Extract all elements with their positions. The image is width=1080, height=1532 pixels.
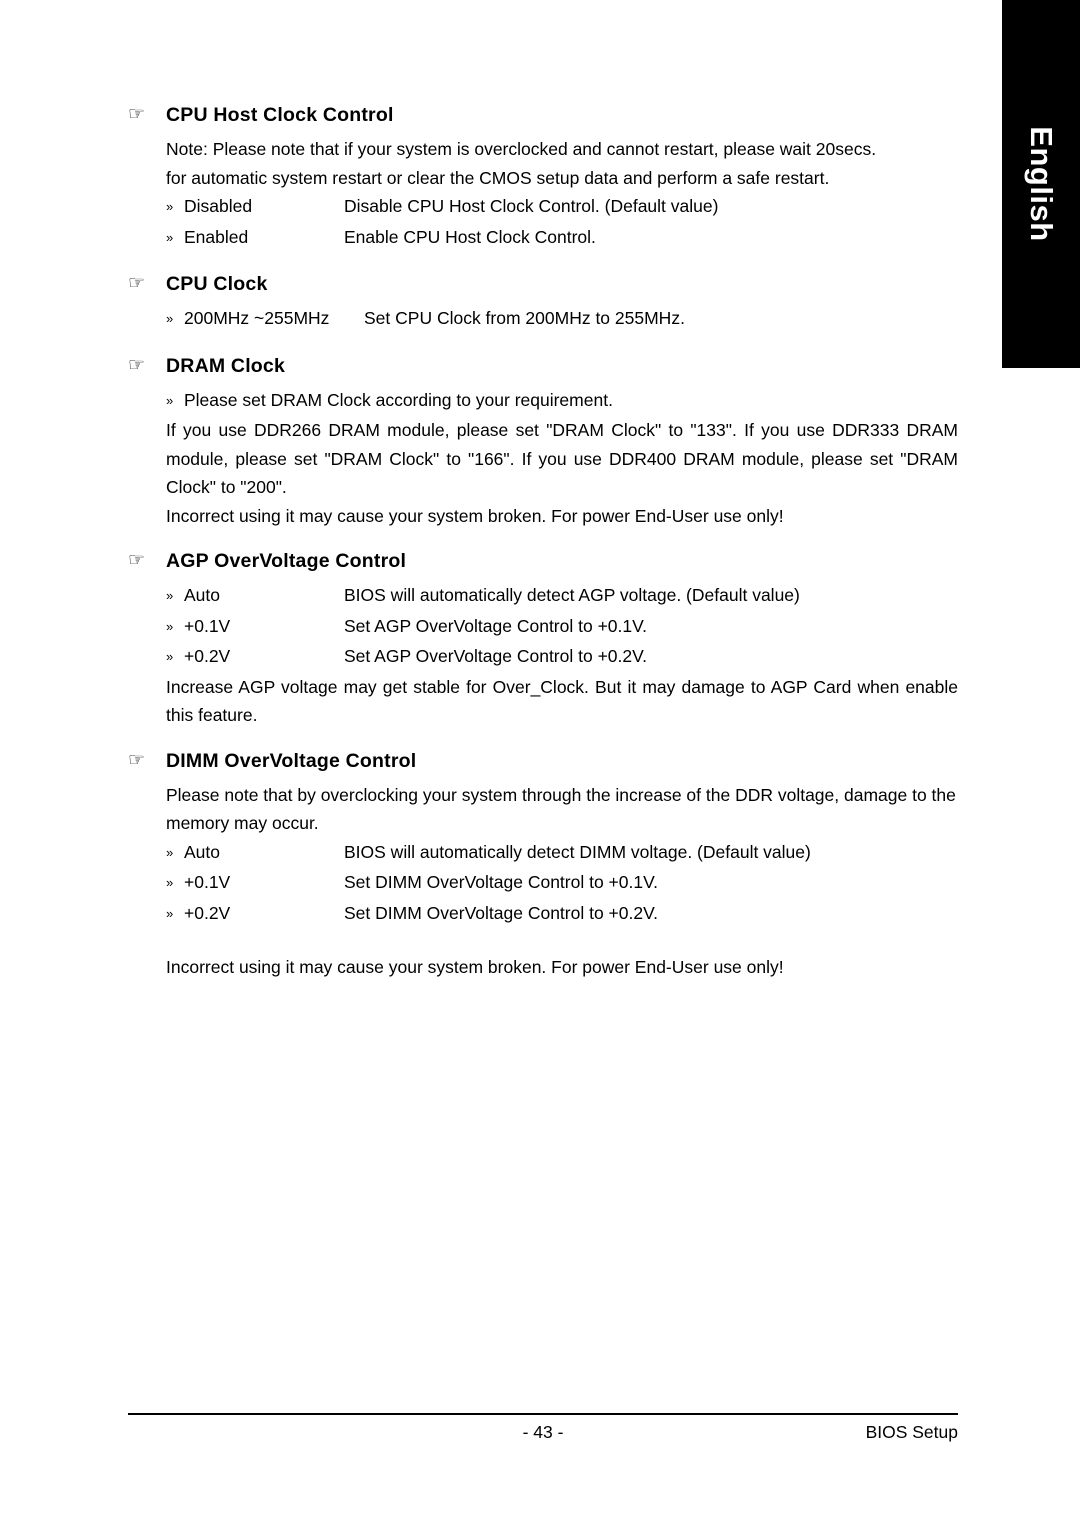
option-row: » Auto BIOS will automatically detect AG… xyxy=(166,581,958,612)
option-bullet-icon: » xyxy=(166,588,173,603)
section-title: AGP OverVoltage Control xyxy=(166,550,407,572)
section-dram-clock: ☞ DRAM Clock » Please set DRAM Clock acc… xyxy=(128,355,958,531)
option-row: » Auto BIOS will automatically detect DI… xyxy=(166,838,958,869)
section-title: DIMM OverVoltage Control xyxy=(166,749,417,772)
language-tab: English xyxy=(1002,0,1080,368)
section-paragraph: Incorrect using it may cause your system… xyxy=(166,957,784,977)
section-heading: ☞ DRAM Clock xyxy=(128,355,958,378)
option-description: BIOS will automatically detect DIMM volt… xyxy=(344,841,811,862)
option-name: Enabled xyxy=(184,226,249,247)
section-body: Please note that by overclocking your sy… xyxy=(166,781,958,982)
option-bullet-icon: » xyxy=(166,649,173,664)
pointing-hand-icon: ☞ xyxy=(128,550,146,571)
option-description: Set AGP OverVoltage Control to +0.2V. xyxy=(344,646,648,666)
option-bullet-icon: » xyxy=(166,618,173,634)
option-bullet-icon: » xyxy=(166,199,173,214)
section-heading: ☞ AGP OverVoltage Control xyxy=(128,550,958,573)
option-bullet-icon: » xyxy=(166,875,173,890)
footer-doc-title: BIOS Setup xyxy=(865,1422,958,1442)
section-heading: ☞ CPU Host Clock Control xyxy=(128,104,958,127)
pointing-hand-icon: ☞ xyxy=(128,354,146,376)
option-name: 200MHz ~255MHz xyxy=(184,308,330,328)
option-name: Auto xyxy=(184,585,220,605)
option-name: Please set DRAM Clock according to your … xyxy=(184,389,613,410)
option-row: » +0.2V Set AGP OverVoltage Control to +… xyxy=(166,642,958,673)
section-paragraph: Incorrect using it may cause your system… xyxy=(166,505,784,526)
option-bullet-icon: » xyxy=(166,844,173,860)
section-title: CPU Clock xyxy=(166,273,268,295)
option-description: Set CPU Clock from 200MHz to 255MHz. xyxy=(364,308,685,328)
option-description: Enable CPU Host Clock Control. xyxy=(344,226,596,247)
option-name: +0.1V xyxy=(184,872,231,892)
option-row: » Please set DRAM Clock according to you… xyxy=(166,386,958,417)
option-description: BIOS will automatically detect AGP volta… xyxy=(344,585,800,605)
section-title: CPU Host Clock Control xyxy=(166,104,394,126)
option-name: Auto xyxy=(184,841,220,862)
section-paragraph: If you use DDR266 DRAM module, please se… xyxy=(166,420,958,497)
section-note: Note: Please note that if your system is… xyxy=(166,139,877,159)
option-row: » Enabled Enable CPU Host Clock Control. xyxy=(166,223,958,254)
section-cpu-host-clock-control: ☞ CPU Host Clock Control Note: Please no… xyxy=(128,104,958,253)
section-body: » 200MHz ~255MHz Set CPU Clock from 200M… xyxy=(166,304,958,335)
option-row: » +0.1V Set DIMM OverVoltage Control to … xyxy=(166,868,958,899)
option-name: Disabled xyxy=(184,196,253,216)
option-row: » +0.1V Set AGP OverVoltage Control to +… xyxy=(166,612,958,643)
section-body: » Please set DRAM Clock according to you… xyxy=(166,386,958,531)
pointing-hand-icon: ☞ xyxy=(128,104,146,125)
section-cpu-clock: ☞ CPU Clock » 200MHz ~255MHz Set CPU Clo… xyxy=(128,273,958,335)
document-page: English ☞ CPU Host Clock Control Note: P… xyxy=(0,0,1080,1532)
section-body: » Auto BIOS will automatically detect AG… xyxy=(166,581,958,730)
option-row: » Disabled Disable CPU Host Clock Contro… xyxy=(166,192,958,223)
option-name: +0.1V xyxy=(184,615,231,636)
section-note: for automatic system restart or clear th… xyxy=(166,167,830,188)
option-name: +0.2V xyxy=(184,902,231,923)
option-bullet-icon: » xyxy=(166,905,173,921)
section-agp-overvoltage-control: ☞ AGP OverVoltage Control » Auto BIOS wi… xyxy=(128,550,958,730)
option-bullet-icon: » xyxy=(166,311,173,326)
footer-divider xyxy=(128,1413,958,1415)
section-heading: ☞ DIMM OverVoltage Control xyxy=(128,750,958,773)
option-description: Set AGP OverVoltage Control to +0.1V. xyxy=(344,615,648,636)
section-paragraph: Increase AGP voltage may get stable for … xyxy=(166,676,958,726)
page-number: - 43 - xyxy=(522,1422,564,1442)
section-body: Note: Please note that if your system is… xyxy=(166,135,958,253)
option-row: » 200MHz ~255MHz Set CPU Clock from 200M… xyxy=(166,304,958,335)
option-description: Set DIMM OverVoltage Control to +0.2V. xyxy=(344,902,659,923)
option-description: Set DIMM OverVoltage Control to +0.1V. xyxy=(344,872,659,892)
option-description: Disable CPU Host Clock Control. (Default… xyxy=(344,196,719,216)
option-row: » +0.2V Set DIMM OverVoltage Control to … xyxy=(166,899,958,930)
option-name: +0.2V xyxy=(184,646,231,666)
language-tab-label: English xyxy=(1024,126,1059,242)
section-heading: ☞ CPU Clock xyxy=(128,273,958,296)
section-title: DRAM Clock xyxy=(166,354,286,377)
section-note: memory may occur. xyxy=(166,813,319,833)
option-bullet-icon: » xyxy=(166,392,173,408)
option-bullet-icon: » xyxy=(166,229,173,245)
pointing-hand-icon: ☞ xyxy=(128,749,146,771)
pointing-hand-icon: ☞ xyxy=(128,273,146,294)
section-note: Please note that by overclocking your sy… xyxy=(166,784,956,805)
section-dimm-overvoltage-control: ☞ DIMM OverVoltage Control Please note t… xyxy=(128,750,958,982)
page-content: ☞ CPU Host Clock Control Note: Please no… xyxy=(128,104,958,984)
